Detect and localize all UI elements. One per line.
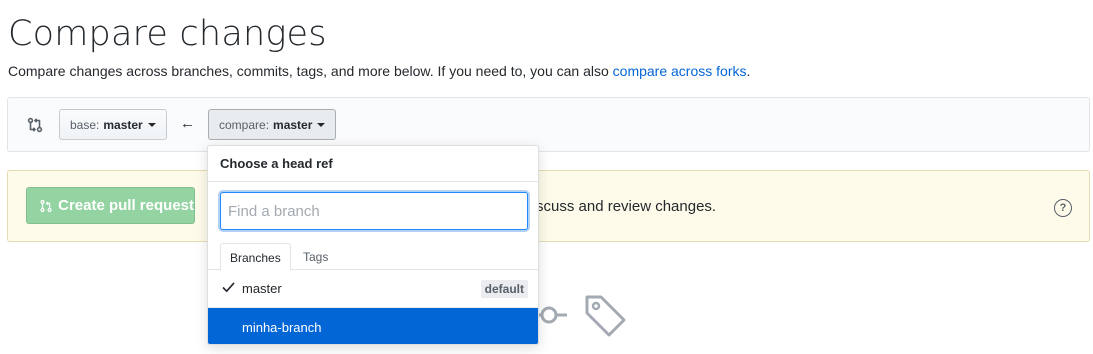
branch-name: master xyxy=(242,281,282,296)
compare-across-forks-link[interactable]: compare across forks xyxy=(613,63,747,79)
subtitle-text: Compare changes across branches, commits… xyxy=(8,63,613,79)
branch-item-master[interactable]: master default xyxy=(208,270,538,308)
tab-tags[interactable]: Tags xyxy=(294,243,337,271)
range-editor: base: master ← compare: master xyxy=(7,97,1090,152)
arrow-left-icon: ← xyxy=(180,115,195,132)
tab-branches[interactable]: Branches xyxy=(220,243,291,271)
caret-down-icon xyxy=(147,122,156,127)
subtitle-end: . xyxy=(746,63,751,79)
base-branch-button[interactable]: base: master xyxy=(59,109,167,140)
create-pull-request-button[interactable]: Create pull request xyxy=(26,187,195,224)
caret-down-icon xyxy=(317,122,326,127)
git-compare-icon xyxy=(27,117,43,133)
branch-name: minha-branch xyxy=(242,319,322,335)
git-pull-request-icon xyxy=(40,199,52,212)
default-badge: default xyxy=(480,280,528,298)
page-subtitle: Compare changes across branches, commits… xyxy=(8,63,750,79)
git-commit-icon xyxy=(535,306,567,324)
compare-label: compare: xyxy=(219,117,270,132)
notice-text: scuss and review changes. xyxy=(536,198,717,215)
find-branch-input[interactable] xyxy=(220,192,528,230)
tag-icon xyxy=(585,295,626,337)
ref-tabs: Branches Tags xyxy=(208,243,538,271)
dropdown-header: Choose a head ref xyxy=(208,146,538,182)
compare-value: master xyxy=(273,117,313,132)
compare-branch-button[interactable]: compare: master xyxy=(208,109,337,140)
question-icon[interactable]: ? xyxy=(1054,199,1072,217)
blankslate-graphics xyxy=(535,295,626,337)
head-ref-dropdown: Choose a head ref Branches Tags master d… xyxy=(207,145,539,345)
base-label: base: xyxy=(70,117,100,132)
page-title: Compare changes xyxy=(8,14,327,54)
branch-item-minha-branch[interactable]: minha-branch xyxy=(208,308,538,344)
create-pull-request-label: Create pull request xyxy=(58,197,194,214)
compare-notice: Create pull request scuss and review cha… xyxy=(7,170,1090,242)
check-icon xyxy=(222,282,235,293)
base-value: master xyxy=(103,117,143,132)
